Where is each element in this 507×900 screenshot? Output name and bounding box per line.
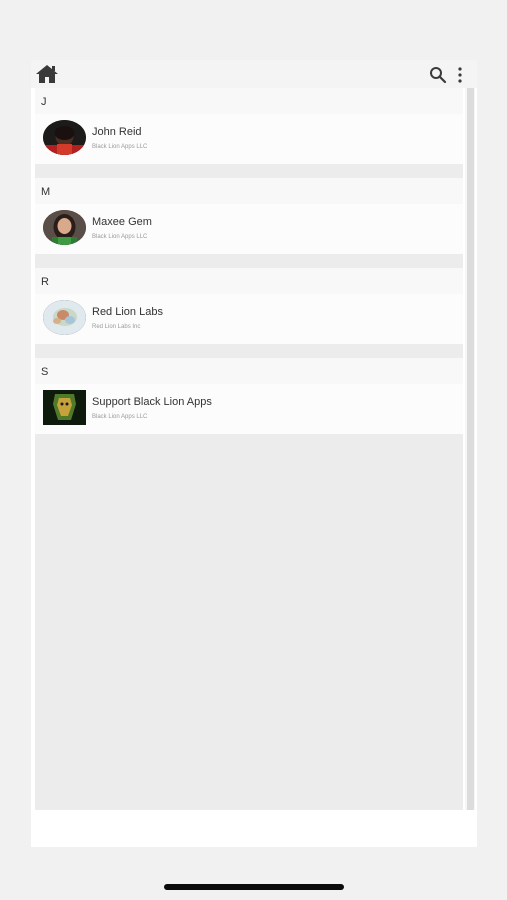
- section-r: R Red Lion Labs Red Lion Labs Inc: [35, 268, 463, 344]
- contacts-card: J John Reid Black Lion Apps LLC M Maxee …: [31, 60, 477, 847]
- contact-row-john-reid[interactable]: John Reid Black Lion Apps LLC: [35, 114, 463, 164]
- section-header: S: [41, 366, 49, 378]
- contact-company: Black Lion Apps LLC: [92, 234, 148, 240]
- section-header: R: [41, 276, 49, 288]
- contact-name: Maxee Gem: [92, 216, 152, 228]
- scrollbar[interactable]: [465, 88, 475, 810]
- more-vertical-icon: [458, 67, 462, 83]
- contact-name: Support Black Lion Apps: [92, 396, 212, 408]
- more-options-button[interactable]: [455, 66, 465, 84]
- contact-name: John Reid: [92, 126, 142, 138]
- avatar: [43, 210, 86, 245]
- home-button[interactable]: [35, 64, 59, 84]
- contact-row-red-lion-labs[interactable]: Red Lion Labs Red Lion Labs Inc: [35, 294, 463, 344]
- search-button[interactable]: [429, 66, 447, 84]
- contact-company: Black Lion Apps LLC: [92, 414, 148, 420]
- avatar: [43, 300, 86, 335]
- scrollbar-thumb[interactable]: [467, 88, 474, 810]
- contact-list[interactable]: J John Reid Black Lion Apps LLC M Maxee …: [35, 88, 463, 810]
- section-m: M Maxee Gem Black Lion Apps LLC: [35, 178, 463, 254]
- home-icon: [36, 65, 58, 83]
- section-header: M: [41, 186, 51, 198]
- bottom-bar: [31, 810, 477, 847]
- contact-row-support-black-lion-apps[interactable]: Support Black Lion Apps Black Lion Apps …: [35, 384, 463, 434]
- section-j: J John Reid Black Lion Apps LLC: [35, 88, 463, 164]
- section-header: J: [41, 96, 47, 108]
- app-toolbar: [31, 60, 477, 88]
- home-indicator[interactable]: [164, 884, 344, 890]
- contact-name: Red Lion Labs: [92, 306, 163, 318]
- contact-company: Black Lion Apps LLC: [92, 144, 148, 150]
- section-s: S Support Black Lion Apps Black Lion App…: [35, 358, 463, 434]
- avatar: [43, 390, 86, 425]
- avatar: [43, 120, 86, 155]
- search-icon: [430, 67, 447, 84]
- contact-row-maxee-gem[interactable]: Maxee Gem Black Lion Apps LLC: [35, 204, 463, 254]
- contact-company: Red Lion Labs Inc: [92, 324, 141, 330]
